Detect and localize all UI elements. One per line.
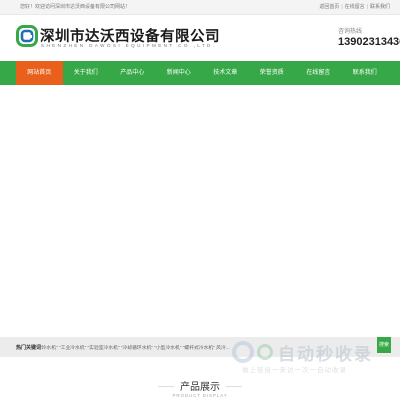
watermark-subtext: 做上链接一来访一次一自动收录 (242, 367, 347, 374)
company-name-english: SHENZHEN DAWOSI EQUIPMENT CO.,LTD. (41, 43, 217, 48)
main-nav: 网站首页 关于我们 产品中心 新闻中心 技术文章 荣誉资质 在线留言 联系我们 (0, 61, 400, 85)
nav-item-message[interactable]: 在线留言 (295, 61, 342, 85)
products-section-title: 产品展示 (180, 382, 220, 393)
quick-links: 返回首页 | 在线留言 | 联系我们 (319, 3, 390, 10)
quick-link-contact[interactable]: 联系我们 (370, 4, 390, 10)
separator: | (366, 4, 368, 10)
watermark-text: 自动秒收录 (278, 345, 373, 364)
hotline-number: 13902313436 (338, 36, 400, 48)
hotline-label: 咨询热线 (338, 29, 363, 35)
watermark-ring-icon (232, 341, 254, 363)
hot-keyword[interactable]: “实验室冷水机” (88, 346, 120, 351)
watermark-ring-icon (257, 344, 273, 360)
hero-banner (0, 85, 400, 337)
quick-link-message[interactable]: 在线留言 (345, 4, 365, 10)
hot-keywords-list: “冷水机” “工业冷水机” “实验室冷水机” “冷却循环水机” “小型冷水机” … (40, 344, 230, 351)
nav-item-products[interactable]: 产品中心 (109, 61, 156, 85)
hot-keyword[interactable]: “工业冷水机” (59, 346, 86, 351)
hot-keyword[interactable]: 风冷... (216, 346, 230, 351)
hot-keyword[interactable]: “冷水机” (40, 346, 58, 351)
products-section-subtitle: PRODUCT DISPLAY (172, 393, 228, 398)
nav-item-home[interactable]: 网站首页 (16, 61, 63, 85)
separator: | (341, 4, 343, 10)
hot-keyword[interactable]: “小型冷水机” (154, 346, 181, 351)
nav-item-honors[interactable]: 荣誉资质 (249, 61, 296, 85)
hot-keyword[interactable]: “螺杆式冷水机” (183, 346, 215, 351)
nav-item-articles[interactable]: 技术文章 (202, 61, 249, 85)
welcome-text: 您好！欢迎访问深圳市达沃西设备有限公司网站！ (20, 4, 131, 10)
quick-link-home[interactable]: 返回首页 (319, 4, 339, 10)
search-button[interactable]: 搜索 (377, 337, 391, 353)
nav-item-news[interactable]: 新闻中心 (156, 61, 203, 85)
nav-item-contact[interactable]: 联系我们 (342, 61, 389, 85)
top-info-bar: 您好！欢迎访问深圳市达沃西设备有限公司网站！ 返回首页 | 在线留言 | 联系我们 (0, 0, 400, 15)
hot-keyword[interactable]: “冷却循环水机” (121, 346, 153, 351)
company-logo-icon[interactable] (16, 25, 38, 47)
watermark-overlay: 自动秒收录 做上链接一来访一次一自动收录 (232, 338, 392, 378)
nav-item-about[interactable]: 关于我们 (63, 61, 110, 85)
